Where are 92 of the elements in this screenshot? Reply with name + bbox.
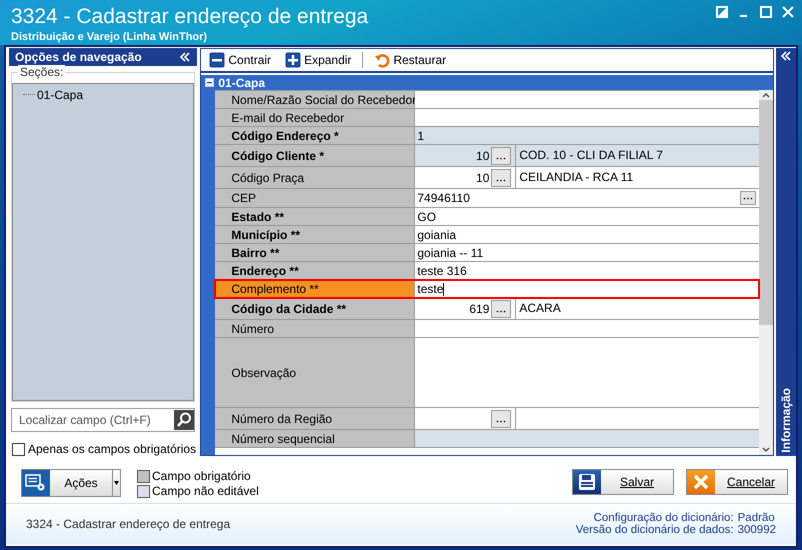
property-row[interactable]: Número sequencial — [215, 430, 760, 448]
actions-button[interactable]: Ações — [21, 469, 121, 497]
property-row[interactable]: Observação — [215, 338, 760, 408]
field-label: Município ** — [215, 226, 416, 243]
input-field[interactable]: goiania -- 11 — [415, 244, 760, 261]
field-label: Número sequencial — [215, 430, 416, 447]
field-value: 1 — [417, 128, 424, 142]
property-row[interactable]: Código Endereço * 1 — [215, 127, 760, 145]
field-value: goiania — [417, 228, 456, 242]
property-row[interactable]: Estado ** GO — [215, 208, 760, 226]
field-label: Número — [215, 320, 416, 337]
undo-arrow-icon — [374, 52, 390, 68]
field-value: GO — [417, 210, 436, 224]
property-row[interactable]: Número da Região — [215, 408, 760, 430]
close-icon — [693, 474, 709, 490]
field-label: Estado ** — [215, 208, 416, 225]
field-label: E-mail do Recebedor — [215, 109, 416, 126]
maximize-icon[interactable] — [760, 6, 772, 18]
ellipsis-icon[interactable] — [496, 420, 506, 422]
status-label: Versão do dicionário de dados: — [576, 524, 734, 536]
property-row[interactable]: CEP 74946110 — [215, 189, 760, 208]
property-row[interactable]: Código Cliente * 10 COD. 10 - CLI DA FILIAL 7 — [215, 145, 760, 167]
ellipsis-icon[interactable] — [496, 178, 506, 182]
readonly-field[interactable] — [415, 430, 760, 447]
field-label: Código Cliente * — [215, 145, 416, 166]
expand-icon — [285, 52, 302, 68]
expand-panel-icon[interactable] — [780, 51, 792, 61]
field-value: 619 — [468, 302, 490, 316]
property-row[interactable]: Código Praça 10 CEILANDIA - RCA 11 — [215, 167, 760, 189]
field-label: Complemento ** — [215, 280, 416, 297]
field-value[interactable]: teste — [417, 280, 444, 297]
status-label: Configuração do dicionário: — [592, 512, 734, 524]
field-label: Observação — [215, 338, 416, 407]
field-label: Endereço ** — [215, 262, 416, 279]
search-icon[interactable] — [174, 410, 194, 430]
ellipsis-icon[interactable] — [496, 310, 506, 312]
ellipsis-icon[interactable] — [496, 156, 506, 160]
field-value: teste 316 — [417, 264, 467, 278]
section-title: 01-Capa — [218, 76, 266, 90]
ellipsis-icon[interactable] — [743, 197, 754, 200]
caret-icon — [114, 481, 119, 485]
toolbar-button[interactable]: Restaurar — [369, 50, 452, 70]
window-title: 3324 - Cadastrar endereço de entrega — [11, 5, 368, 29]
status-text: 3324 - Cadastrar endereço de entrega — [26, 517, 230, 531]
side-panel[interactable]: Informação — [776, 48, 796, 456]
side-panel-title[interactable]: Informação — [779, 388, 794, 453]
section-header[interactable]: 01-Capa — [201, 75, 774, 90]
field-value: goiania -- 11 — [417, 246, 484, 260]
close-icon[interactable] — [782, 6, 794, 18]
field-label: Bairro ** — [215, 244, 416, 261]
input-field[interactable]: teste 316 — [415, 262, 760, 279]
readonly-field[interactable]: 10 COD. 10 - CLI DA FILIAL 7 — [415, 145, 760, 166]
window-subtitle: Distribuição e Varejo (Linha WinThor) — [11, 31, 208, 43]
field-label: Código da Cidade ** — [215, 298, 416, 319]
collapse-icon[interactable] — [205, 78, 214, 87]
toolbar-button[interactable]: Expandir — [280, 50, 356, 70]
property-row[interactable]: Código da Cidade ** 619 ACARA — [215, 298, 760, 320]
field-label: Código Endereço * — [215, 127, 416, 144]
tree-item[interactable]: 01-Capa — [37, 88, 84, 102]
settings-icon — [25, 474, 47, 492]
scroll-up-icon[interactable] — [761, 90, 772, 100]
field-value: 10 — [475, 148, 490, 162]
legend-label: Campo não editável — [152, 484, 259, 498]
field-value: 10 — [475, 170, 490, 184]
field-value: 74946110 — [417, 191, 470, 205]
input-field[interactable]: goiania — [415, 226, 760, 243]
group-label: Seções: — [18, 64, 66, 79]
input-field[interactable]: GO — [415, 208, 760, 225]
input-field[interactable]: 74946110 — [415, 189, 760, 207]
property-row[interactable]: Endereço ** teste 316 — [215, 262, 760, 280]
property-row[interactable]: Município ** goiania — [215, 226, 760, 244]
field-label: CEP — [215, 189, 416, 207]
selected-row[interactable]: Complemento ** teste — [215, 280, 760, 298]
field-label: Código Praça — [215, 167, 416, 188]
save-button[interactable]: Salvar — [572, 469, 674, 495]
legend-label: Campo obrigatório — [152, 469, 251, 483]
collapse-icon — [209, 52, 226, 68]
field-label: Número da Região — [215, 408, 416, 429]
checkbox-label: Apenas os campos obrigatórios — [28, 442, 196, 456]
property-row[interactable]: Bairro ** goiania -- 11 — [215, 244, 760, 262]
restore-icon[interactable] — [716, 6, 728, 18]
readonly-field[interactable]: 1 — [415, 127, 760, 144]
field-label: Nome/Razão Social do Recebedor — [215, 91, 416, 108]
checkbox[interactable] — [12, 442, 25, 456]
toolbar-button[interactable]: Contrair — [204, 50, 276, 70]
scroll-down-icon[interactable] — [761, 445, 772, 455]
panel-title: Opções de navegação — [15, 50, 142, 64]
cancel-button[interactable]: Cancelar — [686, 469, 788, 495]
search-field[interactable]: Localizar campo (Ctrl+F) — [11, 408, 196, 432]
scrollbar[interactable] — [759, 90, 774, 455]
status-value: 300992 — [738, 524, 776, 536]
status-value: Padrão — [738, 512, 776, 524]
